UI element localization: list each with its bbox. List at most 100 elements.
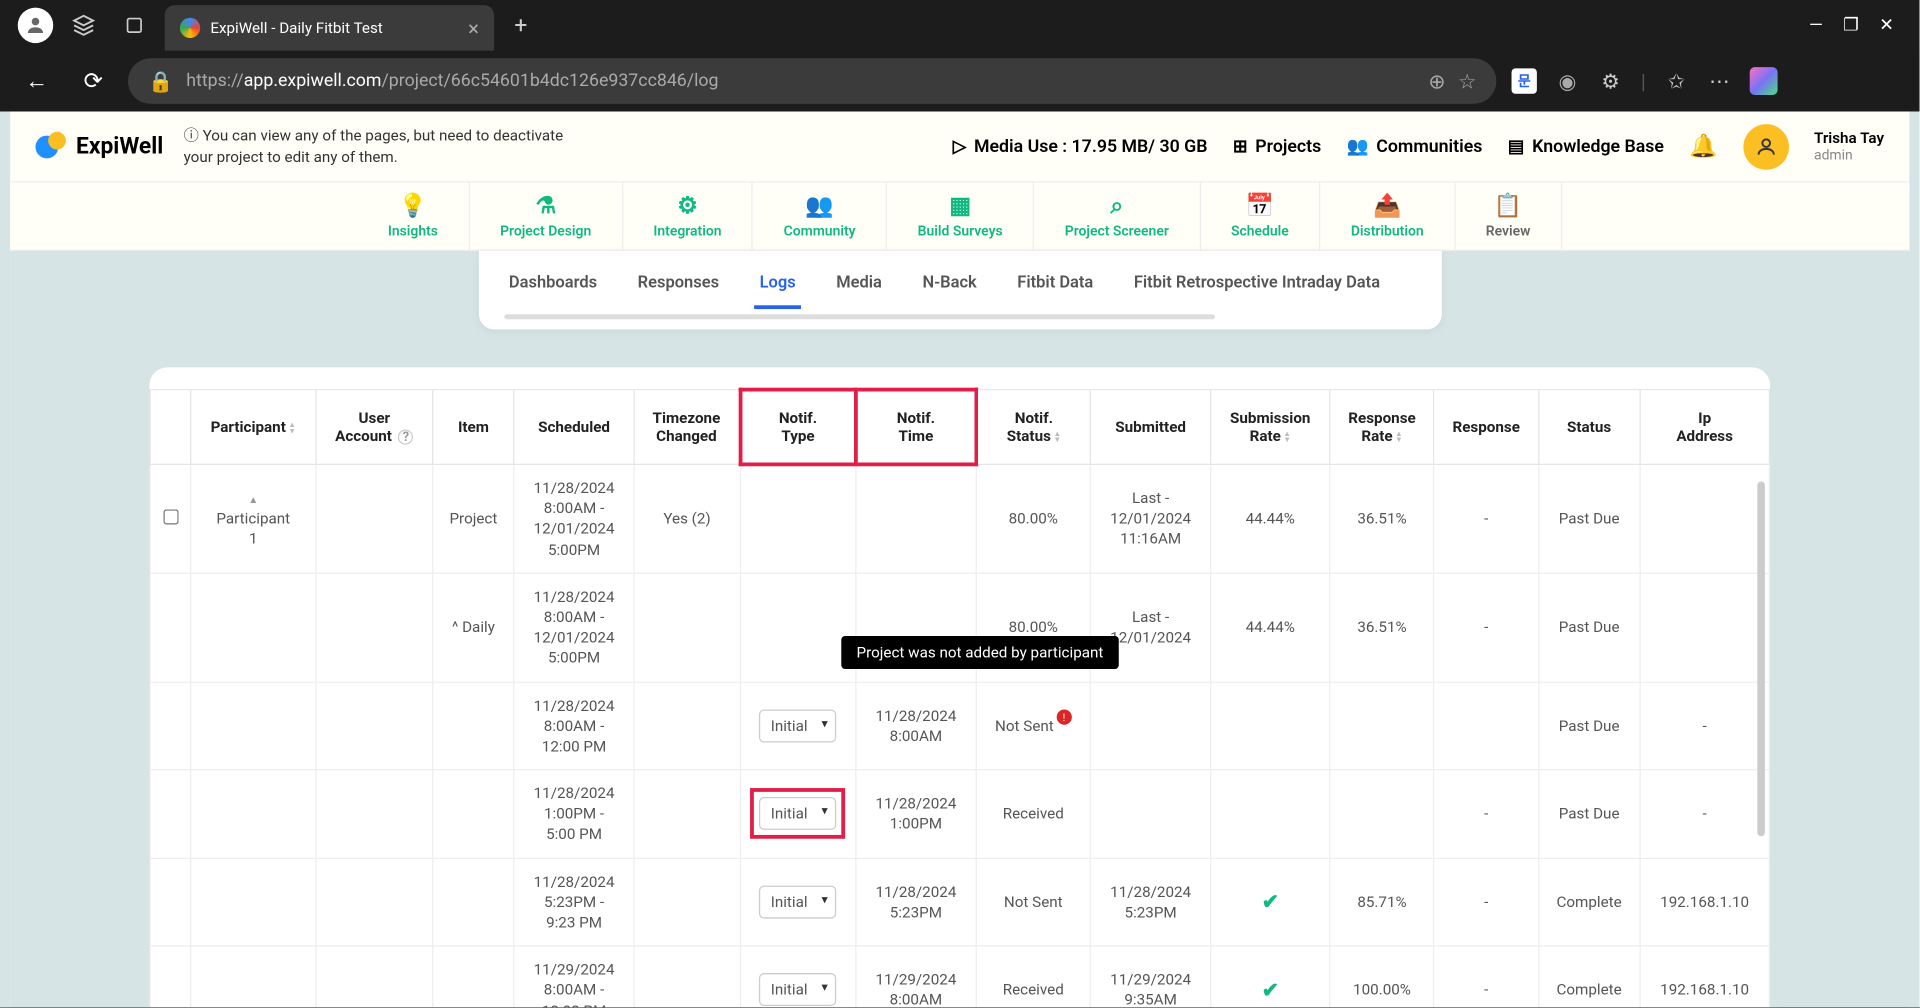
- projects-link[interactable]: ⊞Projects: [1233, 136, 1321, 156]
- col-notif-type[interactable]: Notif.Type: [740, 390, 856, 465]
- kb-link[interactable]: ▤Knowledge Base: [1508, 136, 1664, 156]
- subnav-fitbit-retrospective-intraday-data[interactable]: Fitbit Retrospective Intraday Data: [1129, 266, 1385, 309]
- cell: [1211, 682, 1330, 770]
- notif-type-select[interactable]: Initial: [759, 709, 836, 742]
- col-status[interactable]: Status: [1538, 390, 1640, 465]
- table-card: Project was not added by participant Par…: [150, 367, 1770, 1007]
- cell: [433, 682, 514, 770]
- play-icon: ▷: [953, 136, 967, 156]
- refresh-button[interactable]: ⟳: [73, 63, 112, 100]
- subnav-c[interactable]: C: [1415, 266, 1416, 309]
- url-bar[interactable]: 🔒 https://app.expiwell.com/project/66c54…: [128, 58, 1496, 104]
- communities-link[interactable]: 👥Communities: [1347, 136, 1483, 156]
- sort-icon[interactable]: ▲▼: [1395, 431, 1403, 444]
- extensions-icon[interactable]: ⚙: [1598, 68, 1623, 93]
- logo[interactable]: ExpiWell: [35, 131, 163, 161]
- translate-icon[interactable]: 문: [1512, 68, 1537, 93]
- cell: 11/29/20249:35AM: [1091, 946, 1211, 1007]
- cell: ^ Daily: [433, 573, 514, 682]
- col-submitted[interactable]: Submitted: [1091, 390, 1211, 465]
- nav-project-design[interactable]: ⚗Project Design: [470, 182, 623, 249]
- cell: Past Due: [1538, 770, 1640, 858]
- nav-icon: ⚗: [535, 193, 555, 218]
- col-notif-status[interactable]: Notif.Status▲▼: [976, 390, 1091, 465]
- col-response-rate[interactable]: ResponseRate▲▼: [1330, 390, 1434, 465]
- col-ip-address[interactable]: IpAddress: [1640, 390, 1769, 465]
- nav-distribution[interactable]: 📤Distribution: [1320, 182, 1455, 249]
- cell: 11/28/20245:23PM: [1091, 858, 1211, 946]
- cell: 85.71%: [1330, 858, 1434, 946]
- close-window-icon[interactable]: ✕: [1879, 15, 1894, 35]
- cell: 11/28/20248:00AM -12/01/20245:00PM: [514, 573, 634, 682]
- cell: [191, 770, 316, 858]
- maximize-icon[interactable]: ❐: [1843, 15, 1859, 35]
- back-button[interactable]: ←: [15, 63, 58, 100]
- cell: -: [1434, 858, 1538, 946]
- grid-icon: ⊞: [1233, 136, 1248, 156]
- bell-icon[interactable]: 🔔: [1689, 133, 1717, 160]
- nav-project-screener[interactable]: ⌕Project Screener: [1034, 182, 1200, 249]
- cell: [1330, 682, 1434, 770]
- col-participant[interactable]: Participant▲▼: [191, 390, 316, 465]
- subnav-dashboards[interactable]: Dashboards: [504, 266, 602, 309]
- more-icon[interactable]: ⋯: [1707, 68, 1732, 93]
- row-checkbox[interactable]: [163, 509, 178, 524]
- nav-schedule[interactable]: 📅Schedule: [1201, 182, 1321, 249]
- select-all-header: [150, 390, 191, 465]
- tab-actions-icon[interactable]: [114, 5, 155, 46]
- avatar[interactable]: [1743, 124, 1789, 170]
- cell: Initial: [740, 946, 856, 1007]
- zoom-icon[interactable]: ⊕: [1428, 69, 1445, 93]
- col-notif-time[interactable]: Notif.Time: [856, 390, 976, 465]
- cell: [191, 682, 316, 770]
- col-response[interactable]: Response: [1434, 390, 1538, 465]
- subnav-responses[interactable]: Responses: [632, 266, 724, 309]
- nav-build-surveys[interactable]: ▦Build Surveys: [887, 182, 1034, 249]
- cell: Not Sent!: [976, 682, 1091, 770]
- new-tab-button[interactable]: +: [504, 12, 537, 39]
- cell: Project: [433, 464, 514, 573]
- tab-close-icon[interactable]: ×: [468, 16, 479, 40]
- workspaces-icon[interactable]: [63, 5, 104, 46]
- cell: [316, 682, 433, 770]
- help-icon[interactable]: ?: [398, 430, 413, 445]
- sort-icon[interactable]: ▲▼: [1053, 431, 1061, 444]
- col-item[interactable]: Item: [433, 390, 514, 465]
- col-submission-rate[interactable]: SubmissionRate▲▼: [1211, 390, 1330, 465]
- nav-community[interactable]: 👥Community: [753, 182, 887, 249]
- cell: 11/29/20248:00AM: [856, 946, 976, 1007]
- nav-review[interactable]: 📋Review: [1455, 182, 1562, 249]
- profile-icon[interactable]: [18, 8, 53, 43]
- grammarly-icon[interactable]: ◉: [1555, 68, 1580, 93]
- favorite-icon[interactable]: ☆: [1458, 69, 1476, 93]
- subnav-n-back[interactable]: N-Back: [917, 266, 981, 309]
- copilot-icon[interactable]: [1750, 67, 1778, 95]
- subnav-logs[interactable]: Logs: [754, 266, 800, 309]
- sort-icon[interactable]: ▲▼: [288, 422, 296, 435]
- col-scheduled[interactable]: Scheduled: [514, 390, 634, 465]
- table-scrollbar[interactable]: [1757, 481, 1765, 836]
- notif-type-select[interactable]: Initial: [759, 974, 836, 1007]
- cell: [191, 573, 316, 682]
- cell: [316, 770, 433, 858]
- col-timezone-changed[interactable]: TimezoneChanged: [634, 390, 740, 465]
- cell: 11/28/20248:00AM -12/01/20245:00PM: [514, 464, 634, 573]
- nav-insights[interactable]: 💡Insights: [357, 182, 469, 249]
- minimize-icon[interactable]: —: [1809, 15, 1823, 35]
- chevron-up-icon[interactable]: ▲: [248, 494, 258, 505]
- browser-tab[interactable]: ExpiWell - Daily Fitbit Test ×: [165, 5, 494, 51]
- sort-icon[interactable]: ▲▼: [1283, 431, 1291, 444]
- row-checkbox-cell: [150, 464, 191, 573]
- subnav-fitbit-data[interactable]: Fitbit Data: [1012, 266, 1098, 309]
- nav-icon: ▦: [949, 193, 971, 218]
- col-user-account[interactable]: UserAccount ?: [316, 390, 433, 465]
- subnav-media[interactable]: Media: [831, 266, 887, 309]
- tab-title: ExpiWell - Daily Fitbit Test: [210, 19, 458, 37]
- sub-nav-scrollbar[interactable]: [504, 314, 1216, 319]
- favorites-bar-icon[interactable]: ✩: [1664, 68, 1689, 93]
- tab-bar: ExpiWell - Daily Fitbit Test × + — ❐ ✕: [0, 0, 1920, 51]
- nav-integration[interactable]: ⚙Integration: [623, 182, 753, 249]
- notif-type-select[interactable]: Initial: [759, 886, 836, 919]
- cell: 80.00%: [976, 464, 1091, 573]
- notif-type-select[interactable]: Initial: [759, 797, 836, 830]
